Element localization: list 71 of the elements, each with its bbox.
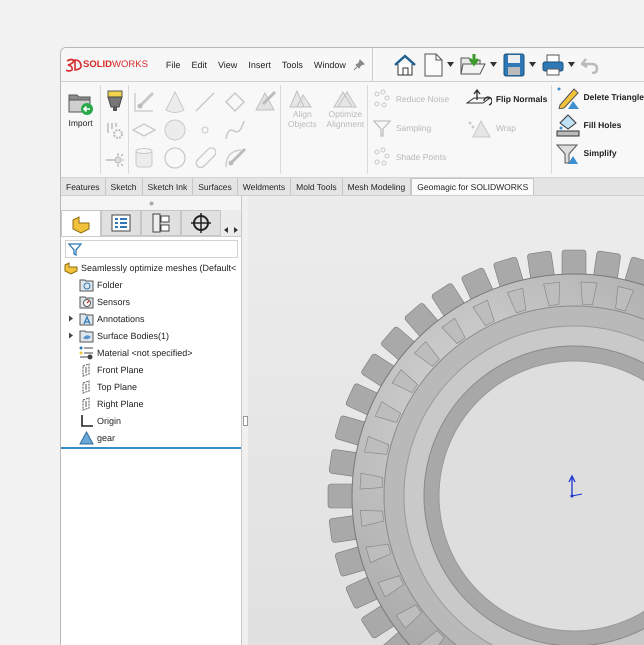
command-tab[interactable]: Geomagic for SOLIDWORKS <box>411 178 534 195</box>
new-document-icon[interactable] <box>422 52 443 76</box>
splitter-handle-icon[interactable] <box>242 416 248 426</box>
menu-item[interactable]: Window <box>314 60 346 70</box>
caret-icon[interactable] <box>446 62 454 67</box>
ribbon-button[interactable]: Delete Triangle <box>556 85 644 109</box>
flip-arrows-icon <box>466 88 492 108</box>
part-icon <box>64 260 79 274</box>
ribbon-button[interactable]: Simplify <box>556 141 644 165</box>
menu-item[interactable]: Tools <box>282 60 303 70</box>
menu-item[interactable]: Edit <box>191 60 207 70</box>
pyramid-icon <box>466 118 492 138</box>
funnel-icon <box>372 118 392 138</box>
tree-item[interactable]: gear <box>97 432 116 442</box>
gauge-folder-icon <box>79 294 94 308</box>
crosshair-icon <box>190 213 212 233</box>
caret-icon[interactable] <box>490 62 497 67</box>
list-icon <box>110 213 132 233</box>
tree-item[interactable]: Sensors <box>97 296 130 306</box>
body-folder-icon <box>79 328 94 342</box>
folder-icon <box>79 278 94 292</box>
tree-item[interactable]: Origin <box>97 416 122 426</box>
menu-item[interactable]: View <box>218 60 238 70</box>
save-icon[interactable] <box>502 52 525 76</box>
pencil-icon <box>556 85 580 109</box>
grip-icon[interactable] <box>148 200 154 206</box>
panel-tab[interactable] <box>141 210 181 236</box>
filter-icon <box>68 242 82 256</box>
plane-sketch-icon[interactable] <box>252 90 277 114</box>
panels-icon <box>150 213 172 233</box>
home-icon[interactable] <box>392 52 417 76</box>
settings-icon[interactable] <box>104 121 125 142</box>
ribbon-button[interactable]: Fill Holes <box>556 113 644 137</box>
tree-root-label[interactable]: Seamlessly optimize meshes (Default< <box>81 262 236 272</box>
caret-icon[interactable] <box>528 62 536 67</box>
origin-axes-icon <box>79 414 94 428</box>
tree-item[interactable]: Material <not specified> <box>97 348 193 358</box>
dot-icon[interactable] <box>200 126 209 134</box>
tree-item[interactable]: Surface Bodies(1) <box>97 330 170 340</box>
tree-item[interactable]: Annotations <box>97 314 145 324</box>
material-icon <box>79 346 94 360</box>
expand-arrow-icon[interactable] <box>68 315 74 322</box>
part-icon <box>70 214 92 234</box>
pyramid-icon <box>79 430 94 444</box>
open-folder-icon[interactable] <box>460 52 486 76</box>
pin-icon[interactable] <box>352 58 365 70</box>
import-button[interactable]: Import <box>68 85 94 128</box>
filter-field[interactable] <box>65 240 238 258</box>
curve-edit-icon[interactable] <box>222 146 247 170</box>
menu-item[interactable]: Insert <box>248 60 271 70</box>
print-icon[interactable] <box>542 54 564 76</box>
points-icon <box>372 146 392 166</box>
triad-axes-icon <box>568 474 582 498</box>
triangles-icon <box>332 89 358 109</box>
tree-item[interactable]: Right Plane <box>97 398 144 408</box>
expand-arrow-icon[interactable] <box>68 332 74 339</box>
logo-icon <box>66 58 82 72</box>
menu-item[interactable]: File <box>166 60 180 70</box>
points-icon <box>372 88 392 108</box>
panel-tab[interactable] <box>181 210 221 236</box>
tree-item[interactable]: Folder <box>97 280 123 290</box>
undo-icon[interactable] <box>580 56 599 74</box>
app-logo: SOLIDWORKS <box>83 59 148 70</box>
tree-item[interactable]: Front Plane <box>97 364 144 374</box>
panel-tab[interactable] <box>101 210 141 236</box>
tree-item[interactable]: Top Plane <box>97 382 138 392</box>
annotation-folder-icon <box>79 312 94 326</box>
caret-icon[interactable] <box>568 62 575 67</box>
ribbon-button[interactable]: Flip Normals <box>466 87 548 110</box>
point-sketch-icon[interactable] <box>132 90 156 114</box>
fill-holes-icon <box>556 113 580 137</box>
